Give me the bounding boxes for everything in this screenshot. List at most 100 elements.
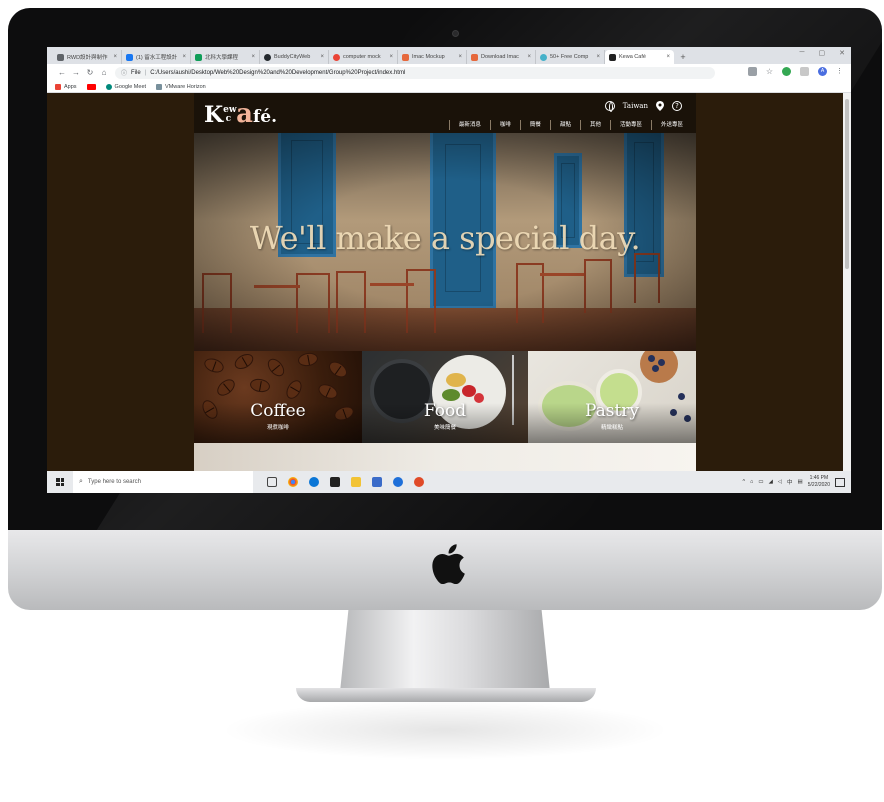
info-icon[interactable]: ⓘ bbox=[121, 68, 127, 77]
imac-stand-neck bbox=[340, 610, 550, 692]
site-logo[interactable]: Kewc afé. bbox=[204, 99, 277, 129]
coffee-bean bbox=[326, 358, 350, 381]
chrome-icon[interactable] bbox=[288, 477, 298, 487]
category-coffee[interactable]: Coffee 現煮咖啡 bbox=[194, 351, 362, 443]
main-nav: 最新消息 咖啡 簡餐 甜點 其他 活動專區 外送專區 bbox=[448, 120, 692, 130]
search-icon: ⌕ bbox=[79, 478, 83, 485]
address-url: C:/Users/aushi/Desktop/Web%20Design%20an… bbox=[150, 69, 406, 76]
food-item bbox=[446, 373, 466, 387]
ime-indicator[interactable]: 中 bbox=[787, 478, 793, 486]
close-icon[interactable]: × bbox=[527, 54, 531, 60]
close-icon[interactable]: × bbox=[458, 54, 462, 60]
tab-favicon-icon bbox=[126, 53, 133, 61]
close-icon[interactable]: × bbox=[596, 54, 600, 60]
browser-tab[interactable]: BuddyCityWeb × bbox=[260, 50, 329, 64]
address-separator: | bbox=[144, 69, 147, 76]
tab-favicon-icon bbox=[195, 53, 202, 61]
star-icon[interactable]: ☆ bbox=[766, 67, 773, 76]
category-food[interactable]: Food 美味簡餐 bbox=[362, 351, 528, 443]
category-pastry[interactable]: Pastry 精緻糕點 bbox=[528, 351, 696, 443]
close-icon[interactable]: × bbox=[113, 54, 117, 60]
maximize-icon[interactable]: ▢ bbox=[819, 49, 826, 57]
keyboard-icon[interactable]: ▤ bbox=[798, 479, 803, 485]
bookmark-vmware[interactable]: VMware Horizon bbox=[156, 83, 206, 90]
home-icon[interactable]: ⌂ bbox=[97, 68, 111, 77]
nav-item-coffee[interactable]: 咖啡 bbox=[489, 120, 520, 130]
taskbar-search[interactable]: ⌕ Type here to search bbox=[73, 471, 253, 493]
tab-favicon-icon bbox=[471, 53, 478, 61]
close-window-icon[interactable]: ✕ bbox=[839, 49, 845, 57]
tab-label: RWD設計與制作 bbox=[67, 55, 108, 61]
globe-icon[interactable] bbox=[604, 101, 615, 112]
tab-label: 北科大學課程 bbox=[205, 55, 239, 61]
browser-tab[interactable]: Imac Mockup × bbox=[398, 50, 467, 64]
coffee-bean bbox=[214, 376, 238, 399]
menu-dots-icon[interactable]: ⋮ bbox=[836, 67, 843, 76]
browser-tab[interactable]: computer mock × bbox=[329, 50, 398, 64]
blueberry bbox=[678, 393, 685, 400]
battery-icon[interactable]: ▭ bbox=[758, 479, 763, 485]
windows-taskbar: ⌕ Type here to search ^ ⌂ ▭ ◢ ◁ 中 ▤ 1:46… bbox=[47, 471, 851, 493]
volume-icon[interactable]: ◁ bbox=[778, 479, 782, 485]
extension-icon[interactable] bbox=[782, 67, 791, 76]
page-scrollbar[interactable] bbox=[843, 93, 851, 471]
location-pin-icon[interactable] bbox=[656, 101, 664, 111]
address-bar[interactable]: ⓘ File | C:/Users/aushi/Desktop/Web%20De… bbox=[115, 66, 715, 79]
browser-tab[interactable]: Download Imac × bbox=[467, 50, 536, 64]
header-utilities: Taiwan ? bbox=[604, 101, 682, 112]
region-label[interactable]: Taiwan bbox=[623, 102, 648, 110]
window-controls: ─ ▢ ✕ bbox=[800, 49, 845, 57]
browser-tab[interactable]: 50+ Free Comp × bbox=[536, 50, 605, 64]
back-arrow-icon[interactable]: ← bbox=[55, 68, 69, 77]
nav-item-meals[interactable]: 簡餐 bbox=[519, 120, 550, 130]
network-icon[interactable]: ⌂ bbox=[750, 479, 753, 485]
close-icon[interactable]: × bbox=[666, 54, 670, 60]
scrollbar-thumb[interactable] bbox=[845, 99, 849, 269]
translate-icon[interactable] bbox=[747, 67, 757, 76]
nav-item-delivery[interactable]: 外送專區 bbox=[650, 120, 692, 130]
close-icon[interactable]: × bbox=[251, 54, 255, 60]
office-icon[interactable] bbox=[414, 477, 424, 487]
tab-label: 50+ Free Comp bbox=[550, 54, 589, 60]
coffee-bean bbox=[249, 377, 271, 394]
nav-item-other[interactable]: 其他 bbox=[579, 120, 610, 130]
minimize-icon[interactable]: ─ bbox=[800, 49, 805, 57]
coffee-bean bbox=[264, 355, 288, 380]
store-icon[interactable] bbox=[330, 477, 340, 487]
nav-item-news[interactable]: 最新消息 bbox=[448, 120, 490, 130]
forward-arrow-icon[interactable]: → bbox=[69, 68, 83, 77]
file-explorer-icon[interactable] bbox=[351, 477, 361, 487]
coffee-bean bbox=[316, 381, 340, 402]
browser-tabstrip: RWD設計與制作 × (1) 留水工程設計 × 北科大學課程 × BuddyCityW… bbox=[47, 47, 851, 64]
nav-item-events[interactable]: 活動專區 bbox=[609, 120, 651, 130]
notification-icon[interactable] bbox=[835, 477, 845, 487]
reload-icon[interactable]: ↻ bbox=[83, 68, 97, 77]
browser-tab[interactable]: (1) 留水工程設計 × bbox=[122, 50, 191, 64]
coffee-bean bbox=[297, 351, 319, 368]
browser-tab-active[interactable]: Kewa Café × bbox=[605, 50, 674, 64]
help-icon[interactable]: ? bbox=[672, 101, 682, 111]
bookmark-label: Google Meet bbox=[114, 83, 147, 90]
edge-icon[interactable] bbox=[309, 477, 319, 487]
browser-tab[interactable]: 北科大學課程 × bbox=[191, 50, 260, 64]
tab-favicon-icon bbox=[402, 53, 409, 61]
chevron-up-icon[interactable]: ^ bbox=[742, 479, 745, 485]
extension-icon[interactable] bbox=[800, 67, 809, 76]
mail-icon[interactable] bbox=[372, 477, 382, 487]
close-icon[interactable]: × bbox=[389, 54, 393, 60]
wifi-icon[interactable]: ◢ bbox=[769, 479, 773, 485]
maps-icon[interactable] bbox=[393, 477, 403, 487]
avatar[interactable]: A bbox=[818, 67, 827, 76]
nav-item-desserts[interactable]: 甜點 bbox=[549, 120, 580, 130]
start-button[interactable] bbox=[47, 471, 73, 493]
task-view-icon[interactable] bbox=[267, 477, 277, 487]
bookmark-youtube[interactable] bbox=[86, 83, 96, 90]
system-tray: ^ ⌂ ▭ ◢ ◁ 中 ▤ 1:46 PM 5/22/2020 bbox=[742, 471, 845, 493]
bookmark-google-meet[interactable]: Google Meet bbox=[105, 83, 147, 90]
close-icon[interactable]: × bbox=[182, 54, 186, 60]
clock[interactable]: 1:46 PM 5/22/2020 bbox=[808, 475, 830, 489]
new-tab-button[interactable]: + bbox=[677, 50, 689, 64]
bookmark-apps[interactable]: Apps bbox=[55, 83, 77, 90]
browser-tab[interactable]: RWD設計與制作 × bbox=[53, 50, 122, 64]
close-icon[interactable]: × bbox=[320, 54, 324, 60]
